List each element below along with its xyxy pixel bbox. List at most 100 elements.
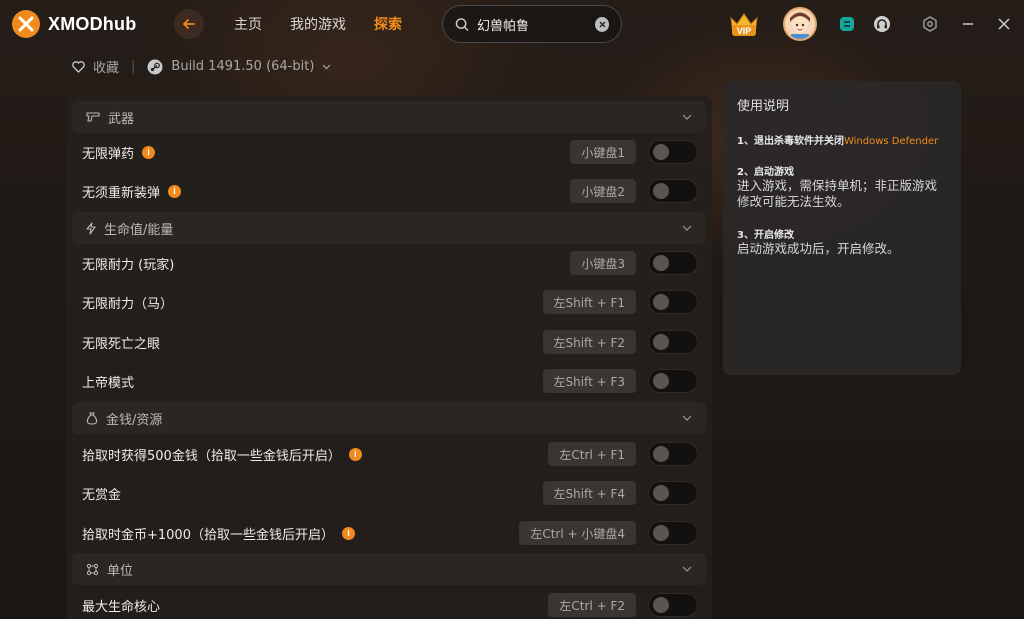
help-step: 3、开启修改 启动游戏成功后，开启修改。 <box>737 226 947 257</box>
cheat-row: 无限耐力 (玩家) 小键盘3 <box>66 245 712 281</box>
search-icon <box>455 17 469 31</box>
cheat-toggle[interactable] <box>648 442 698 466</box>
cheat-toggle[interactable] <box>648 521 698 545</box>
help-card: 使用说明 1、退出杀毒软件并关闭Windows Defender 2、启动游戏 … <box>723 81 961 375</box>
nav-home[interactable]: 主页 <box>234 14 262 34</box>
search-input[interactable] <box>477 16 587 32</box>
lightning-icon <box>86 221 96 235</box>
help-step-body: 进入游戏，需保持单机；非正版游戏修改可能无法生效。 <box>737 178 938 209</box>
section-unit[interactable]: 单位 <box>72 553 706 585</box>
clear-search-button[interactable] <box>595 16 609 32</box>
help-step-heading: 2、启动游戏 <box>737 167 794 178</box>
section-weapons[interactable]: 武器 <box>72 101 706 133</box>
help-step-body: 启动游戏成功后，开启修改。 <box>737 241 900 256</box>
cheat-label: 无须重新装弹 <box>82 185 161 201</box>
info-icon[interactable]: i <box>341 526 355 540</box>
hotkey-badge[interactable]: 左Ctrl + F2 <box>548 593 636 617</box>
hotkey-badge[interactable]: 左Ctrl + F1 <box>548 442 636 466</box>
hotkey-badge[interactable]: 左Shift + F2 <box>542 330 636 354</box>
cheat-row: 无赏金 左Shift + F4 <box>66 475 712 511</box>
hotkey-badge[interactable]: 左Ctrl + 小键盘4 <box>519 521 636 545</box>
cheat-toggle[interactable] <box>648 369 698 393</box>
hotkey-badge[interactable]: 左Shift + F4 <box>542 481 636 505</box>
help-step: 2、启动游戏 进入游戏，需保持单机；非正版游戏修改可能无法生效。 <box>737 163 947 210</box>
cheat-toggle[interactable] <box>648 179 698 203</box>
cheat-row: 拾取时获得500金钱（拾取一些金钱后开启） i 左Ctrl + F1 <box>66 436 712 472</box>
cheat-label: 拾取时金币+1000（拾取一些金钱后开启） <box>82 527 334 543</box>
arrow-left-icon <box>183 19 195 29</box>
cheat-label: 拾取时获得500金钱（拾取一些金钱后开启） <box>82 448 341 464</box>
cheat-label: 最大生命核心 <box>82 599 161 615</box>
minimize-icon[interactable] <box>958 14 978 34</box>
app-logo-text: XMODhub <box>48 13 137 34</box>
vip-badge[interactable]: VIP <box>727 8 761 40</box>
info-icon[interactable]: i <box>348 447 362 461</box>
top-bar: XMODhub 主页 我的游戏 探索 VIP <box>0 0 1024 48</box>
cheat-toggle[interactable] <box>648 290 698 314</box>
cheat-label: 无限死亡之眼 <box>82 336 161 352</box>
favorite-label[interactable]: 收藏 <box>93 57 119 76</box>
cheat-label: 上帝模式 <box>82 375 135 391</box>
cheat-toggle[interactable] <box>648 593 698 617</box>
hotkey-badge[interactable]: 左Shift + F1 <box>542 290 636 314</box>
chevron-down-icon <box>682 114 692 120</box>
avatar[interactable] <box>783 7 817 41</box>
cheat-label: 无赏金 <box>82 487 122 503</box>
cheat-toggle[interactable] <box>648 481 698 505</box>
xmod-logo-icon <box>12 10 40 38</box>
back-button[interactable] <box>174 9 204 39</box>
game-subbar: 收藏 | Build 1491.50 (64-bit) <box>72 57 331 76</box>
section-money-resources[interactable]: 金钱/资源 <box>72 402 706 434</box>
cheat-row: 拾取时金币+1000（拾取一些金钱后开启） i 左Ctrl + 小键盘4 <box>66 515 712 551</box>
section-health-energy[interactable]: 生命值/能量 <box>72 212 706 244</box>
help-step-highlight[interactable]: Windows Defender <box>844 136 938 147</box>
build-version-label[interactable]: Build 1491.50 (64-bit) <box>171 59 314 74</box>
unit-icon <box>86 563 99 575</box>
cheat-label: 无限耐力 (玩家) <box>82 257 175 273</box>
help-step-heading: 3、开启修改 <box>737 230 794 241</box>
cheat-row: 无限死亡之眼 左Shift + F2 <box>66 324 712 360</box>
hotkey-badge[interactable]: 小键盘3 <box>570 251 636 275</box>
cheat-row: 最大生命核心 左Ctrl + F2 <box>66 587 712 619</box>
heart-icon[interactable] <box>72 60 85 73</box>
settings-icon[interactable] <box>920 14 940 34</box>
section-title: 生命值/能量 <box>104 222 174 238</box>
chevron-down-icon <box>682 415 692 421</box>
app-logo[interactable]: XMODhub <box>12 10 136 38</box>
chevron-down-icon <box>682 225 692 231</box>
hotkey-badge[interactable]: 小键盘2 <box>570 179 636 203</box>
hotkey-badge[interactable]: 左Shift + F3 <box>542 369 636 393</box>
headset-icon[interactable] <box>872 14 892 34</box>
cheats-panel: 武器 无限弹药 i 小键盘1 无须重新装弹 i 小键盘2 生命值/能量 无限耐力 (… <box>66 96 712 619</box>
nav-explore[interactable]: 探索 <box>374 14 402 34</box>
divider: | <box>131 59 136 74</box>
cheat-row: 无限耐力（马） 左Shift + F1 <box>66 284 712 320</box>
help-title: 使用说明 <box>737 99 790 114</box>
main-nav: 主页 我的游戏 探索 <box>234 14 402 34</box>
cheat-label: 无限弹药 <box>82 146 135 162</box>
apps-icon[interactable] <box>837 14 857 34</box>
cheat-row: 上帝模式 左Shift + F3 <box>66 363 712 399</box>
cheat-toggle[interactable] <box>648 330 698 354</box>
steam-icon <box>147 59 163 74</box>
cheat-label: 无限耐力（马） <box>82 296 174 312</box>
info-icon[interactable]: i <box>142 145 156 159</box>
section-title: 金钱/资源 <box>106 412 163 428</box>
cheat-toggle[interactable] <box>648 140 698 164</box>
hotkey-badge[interactable]: 小键盘1 <box>570 140 636 164</box>
nav-my-games[interactable]: 我的游戏 <box>290 14 346 34</box>
cheat-row: 无限弹药 i 小键盘1 <box>66 134 712 170</box>
close-icon <box>599 21 605 27</box>
info-icon[interactable]: i <box>168 184 182 198</box>
section-title: 单位 <box>107 563 134 579</box>
chevron-down-icon[interactable] <box>322 64 331 70</box>
cheat-toggle[interactable] <box>648 251 698 275</box>
help-step: 1、退出杀毒软件并关闭Windows Defender <box>737 132 947 147</box>
close-window-icon[interactable] <box>994 14 1014 34</box>
gun-icon <box>86 112 100 122</box>
help-step-heading: 1、退出杀毒软件并关闭 <box>737 136 844 147</box>
money-bag-icon <box>86 411 98 425</box>
cheat-row: 无须重新装弹 i 小键盘2 <box>66 173 712 209</box>
vip-label: VIP <box>737 26 752 36</box>
section-title: 武器 <box>108 111 135 127</box>
